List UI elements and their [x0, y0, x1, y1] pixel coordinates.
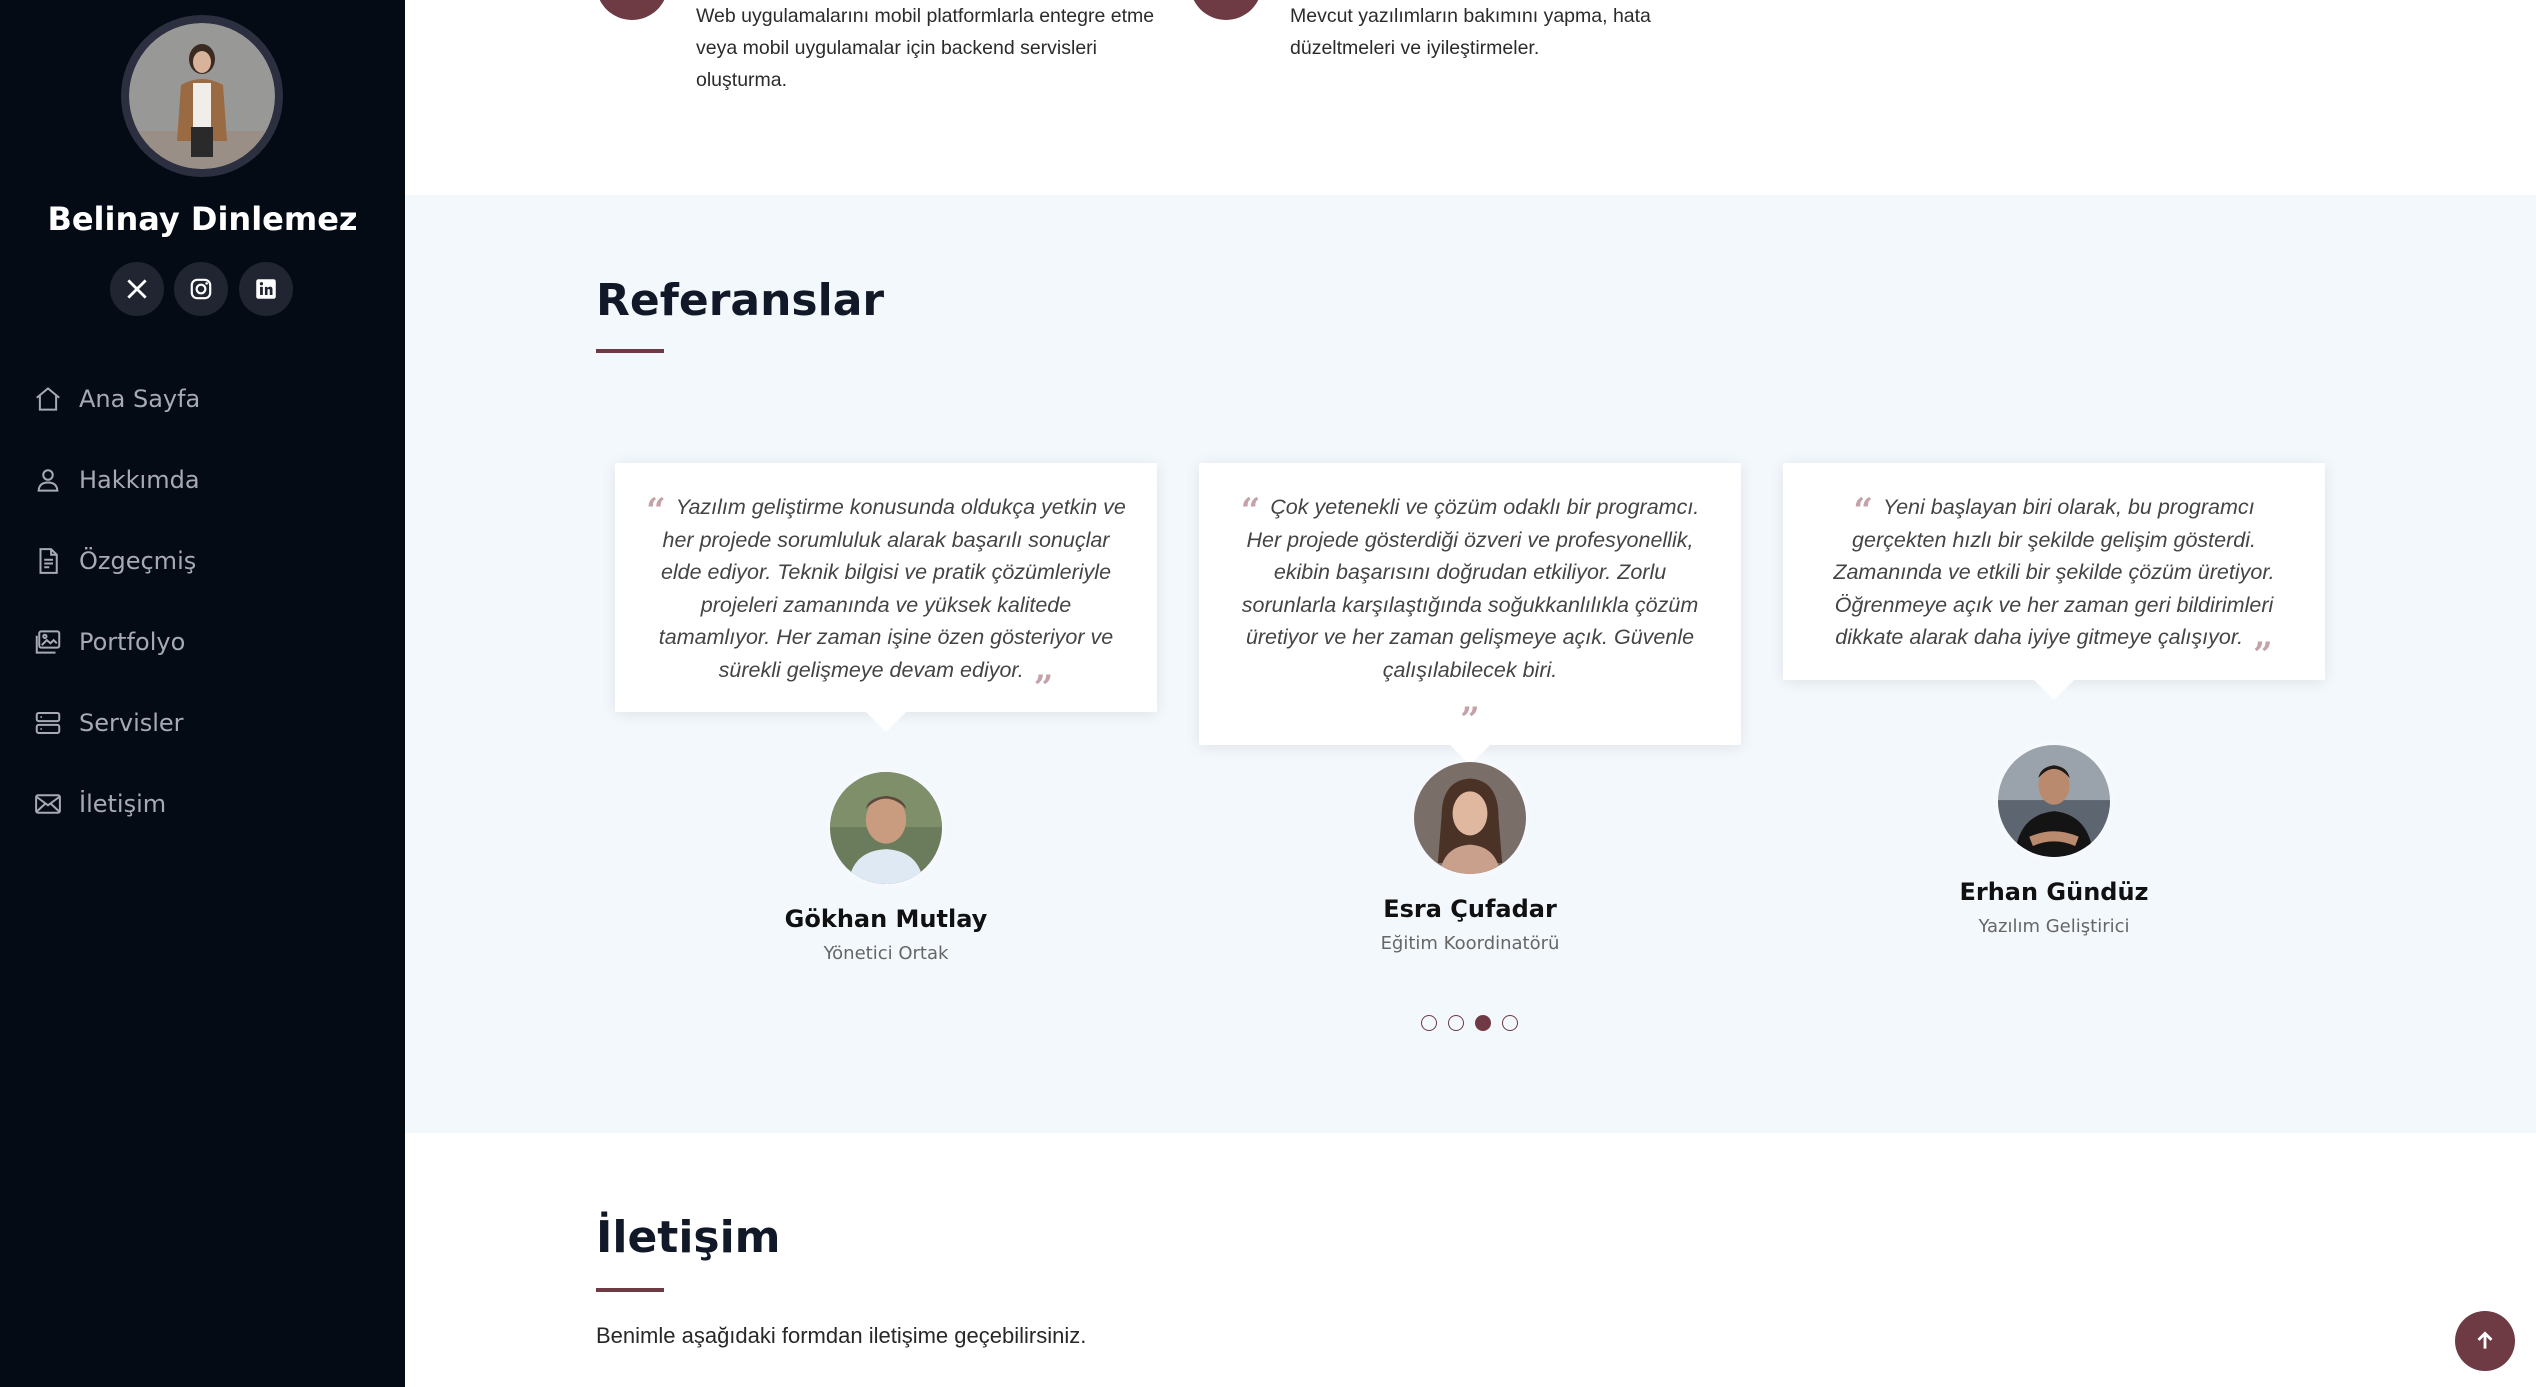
service-icon-box — [596, 0, 668, 20]
testimonial-card: “Yazılım geliştirme konusunda oldukça ye… — [615, 463, 1157, 732]
quote-left-icon: “ — [1240, 491, 1261, 531]
pagination-bullet[interactable] — [1502, 1015, 1518, 1031]
quote-right-icon: ” — [2253, 635, 2273, 675]
avatar — [121, 15, 283, 177]
quote-left-icon: “ — [646, 491, 666, 531]
file-icon — [39, 547, 58, 574]
linkedin-icon — [256, 279, 276, 299]
pagination-bullet[interactable] — [1421, 1015, 1437, 1031]
twitter-x-button[interactable] — [110, 262, 164, 316]
quote-left-icon: “ — [1853, 491, 1873, 531]
testimonial-photo — [1993, 740, 2115, 862]
profile-photo — [129, 23, 275, 169]
main-nav: Ana Sayfa Hakkımda Özgeçmiş Portfolyo Se… — [0, 358, 405, 844]
pagination-bullet-active[interactable] — [1475, 1015, 1491, 1031]
testimonial-role: Eğitim Koordinatörü — [1380, 933, 1560, 954]
carousel-pagination — [1421, 1015, 1518, 1031]
nav-label: Hakkımda — [79, 465, 200, 494]
nav-label: Ana Sayfa — [79, 384, 201, 413]
contact-description: Benimle aşağıdaki formdan iletişime geçe… — [596, 1323, 1087, 1348]
nav-item-servisler[interactable]: Servisler — [0, 682, 405, 763]
service-icon-box — [1190, 0, 1262, 20]
x-twitter-icon — [127, 279, 147, 299]
title-underline — [596, 349, 664, 353]
testimonial-quote: Yeni başlayan biri olarak, bu programcı … — [1833, 495, 2275, 649]
testimonial-photo — [1409, 757, 1531, 879]
testimonial-name: Esra Çufadar — [1383, 895, 1557, 923]
contact-title: İletişim — [596, 1212, 781, 1263]
instagram-button[interactable] — [174, 262, 228, 316]
house-icon — [36, 386, 60, 411]
testimonial-role: Yönetici Ortak — [823, 943, 949, 964]
testimonial-quote: Çok yetenekli ve çözüm odaklı bir progra… — [1241, 495, 1700, 682]
testimonial-photo — [825, 767, 947, 889]
testimonial-role: Yazılım Geliştirici — [1978, 916, 2130, 937]
testimonial-author: Erhan Gündüz Yazılım Geliştirici — [1783, 740, 2325, 937]
person-icon — [37, 468, 59, 492]
quote-right-icon: ” — [1033, 667, 1054, 708]
back-to-top-button[interactable] — [2455, 1311, 2515, 1371]
nav-item-ana-sayfa[interactable]: Ana Sayfa — [0, 358, 405, 439]
server-icon — [35, 711, 61, 734]
linkedin-button[interactable] — [239, 262, 293, 316]
nav-item-hakkimda[interactable]: Hakkımda — [0, 439, 405, 520]
envelope-icon — [35, 793, 61, 814]
testimonial-card: “Çok yetenekli ve çözüm odaklı bir progr… — [1199, 463, 1741, 764]
profile-name: Belinay Dinlemez — [47, 200, 358, 238]
quote-right-icon: ” — [1460, 700, 1480, 740]
testimonial-name: Gökhan Mutlay — [784, 905, 988, 933]
nav-item-ozgecmis[interactable]: Özgeçmiş — [0, 520, 405, 601]
service-description: Mevcut yazılımların bakımını yapma, hata… — [1290, 5, 1651, 59]
images-icon — [35, 629, 61, 654]
instagram-icon — [190, 278, 212, 300]
sidebar: Belinay Dinlemez Ana Sayfa Hakkımda Özge… — [0, 0, 405, 1387]
testimonials-title: Referanslar — [596, 275, 885, 326]
testimonial-name: Erhan Gündüz — [1959, 878, 2149, 906]
arrow-up-icon — [2477, 1331, 2493, 1349]
title-underline — [596, 1288, 664, 1292]
testimonial-author: Gökhan Mutlay Yönetici Ortak — [615, 767, 1157, 964]
pagination-bullet[interactable] — [1448, 1015, 1464, 1031]
testimonial-author: Esra Çufadar Eğitim Koordinatörü — [1199, 757, 1741, 954]
nav-label: Özgeçmiş — [79, 546, 197, 575]
nav-item-portfolyo[interactable]: Portfolyo — [0, 601, 405, 682]
nav-item-iletisim[interactable]: İletişim — [0, 763, 405, 844]
testimonial-card: “Yeni başlayan biri olarak, bu programcı… — [1783, 463, 2325, 699]
service-description: Web uygulamalarını mobil platformlarla e… — [696, 5, 1155, 91]
nav-label: Servisler — [79, 708, 184, 737]
nav-label: Portfolyo — [79, 627, 186, 656]
testimonial-quote: Yazılım geliştirme konusunda oldukça yet… — [658, 495, 1126, 682]
nav-label: İletişim — [79, 789, 167, 818]
